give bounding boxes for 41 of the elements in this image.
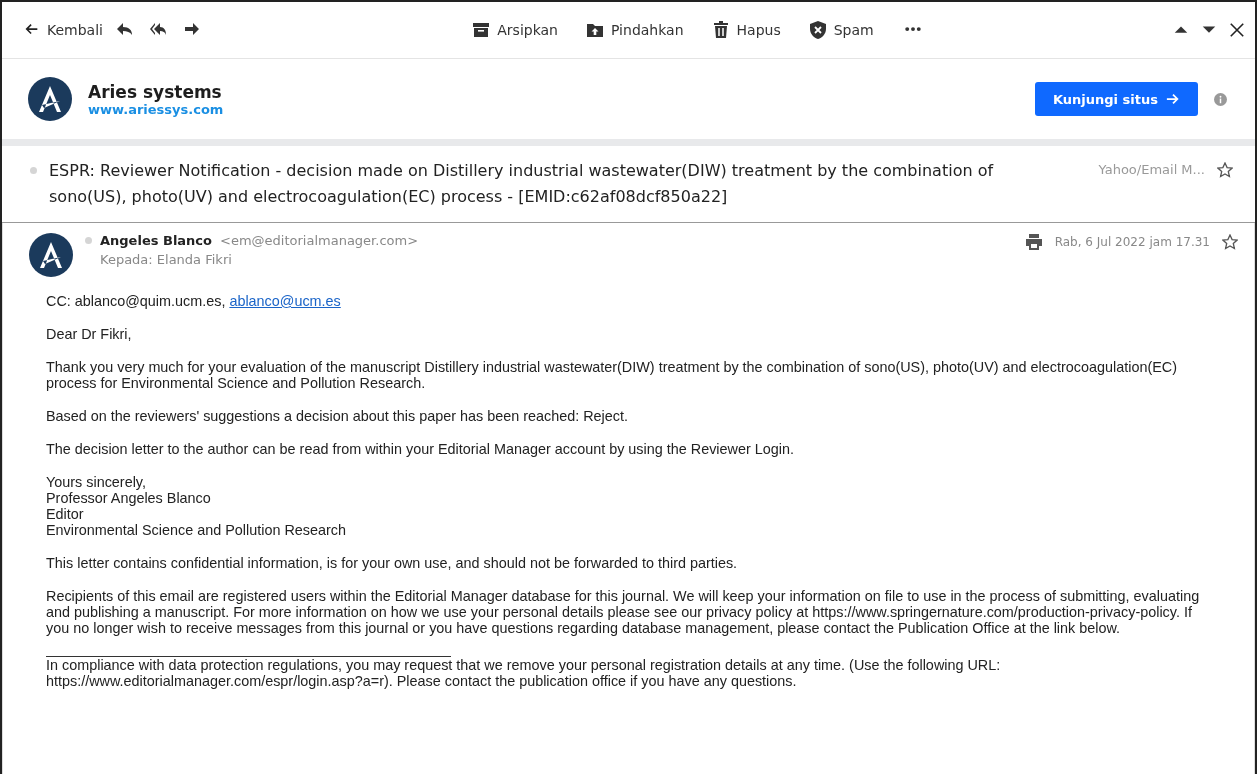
- close-icon[interactable]: [1229, 22, 1245, 38]
- folder-arrow-icon: [586, 21, 604, 39]
- sender-name: Aries systems: [88, 81, 223, 102]
- signature-line: Professor Angeles Blanco: [46, 490, 212, 506]
- message-date: Rab, 6 Jul 2022 jam 17.31: [1054, 235, 1210, 249]
- status-dot: [85, 237, 92, 244]
- avatar-icon: [29, 233, 73, 277]
- trash-icon: [711, 21, 730, 39]
- paragraph: Based on the reviewers' suggestions a decision about this paper has been reached: Reject.: [46, 408, 629, 424]
- email-address: ablanco@quim.ucm.es,: [74, 293, 226, 309]
- star-icon[interactable]: [1222, 234, 1238, 250]
- recipient-label: Kepada: Elanda Fikri: [99, 252, 233, 267]
- email-link[interactable]: ablanco@ucm.es: [229, 293, 341, 309]
- signature-line: Yours sincerely,: [46, 474, 147, 490]
- archive-button[interactable]: Arsipkan: [472, 19, 558, 41]
- paragraph: Recipients of this email are registered users within the Editorial Manager database for this journal. We will keep your information on file to use in the process of submitting, evaluating and publishing a manuscript. For more information on how we use your personal details please see our privacy policy at https://www.springernature.com/production-privacy-policy. If you no longer wish to receive messages from this journal or you have questions regarding database management, please contact the Publication Office at the link below.: [46, 588, 1201, 636]
- sender-name: Angeles Blanco: [100, 233, 212, 248]
- folder-label: Yahoo/Email M...: [1098, 162, 1205, 177]
- delete-button[interactable]: Hapus: [711, 19, 781, 41]
- info-icon[interactable]: [1214, 92, 1227, 106]
- sender-email: <em@editorialmanager.com>: [220, 233, 419, 248]
- paragraph: The decision letter to the author can be read from within your Editorial Manager account by using the Reviewer Login.: [46, 441, 795, 457]
- print-icon[interactable]: [1024, 233, 1043, 251]
- paragraph: In compliance with data protection regulations, you may request that we remove your personal registration details at any time. (Use the following URL: https://www.editorialmanager.com/espr/login.asp?a=r). Please contact the publication office if you have any questions.: [46, 657, 1002, 689]
- archive-box-icon: [472, 21, 491, 39]
- back-button[interactable]: Kembali: [24, 20, 103, 40]
- paragraph: Thank you very much for your evaluation of the manuscript Distillery industrial wastewater(DIW) treatment by the combination of sono(US), photo(UV) and electrocoagulation(EC) process for Environmental Science and Pollution Research.: [46, 359, 1178, 391]
- move-button[interactable]: Pindahkan: [586, 19, 684, 41]
- email-subject: ESPR: Reviewer Notification - decision made on Distillery industrial wastewater(DIW) treatment by the combination of sono(US), photo(UV) and electrocoagulation(EC) process - [EMID:c62af08dcf850a22]: [49, 160, 995, 208]
- star-icon[interactable]: [1217, 162, 1233, 178]
- unread-dot: [30, 167, 37, 174]
- spam-button[interactable]: Spam: [808, 19, 874, 41]
- logo-icon: [28, 77, 72, 121]
- visit-site-button[interactable]: Kunjungi situs: [1035, 82, 1198, 116]
- shield-x-icon: [808, 21, 827, 39]
- signature-line: Environmental Science and Pollution Research: [46, 522, 347, 538]
- signature-line: Editor: [46, 506, 85, 522]
- arrow-right-icon: [1166, 92, 1180, 106]
- paragraph: This letter contains confidential information, is for your own use, and should not be forwarded to third parties.: [46, 555, 739, 571]
- paragraph: Dear Dr Fikri,: [46, 326, 133, 342]
- cc-label: CC:: [46, 293, 71, 309]
